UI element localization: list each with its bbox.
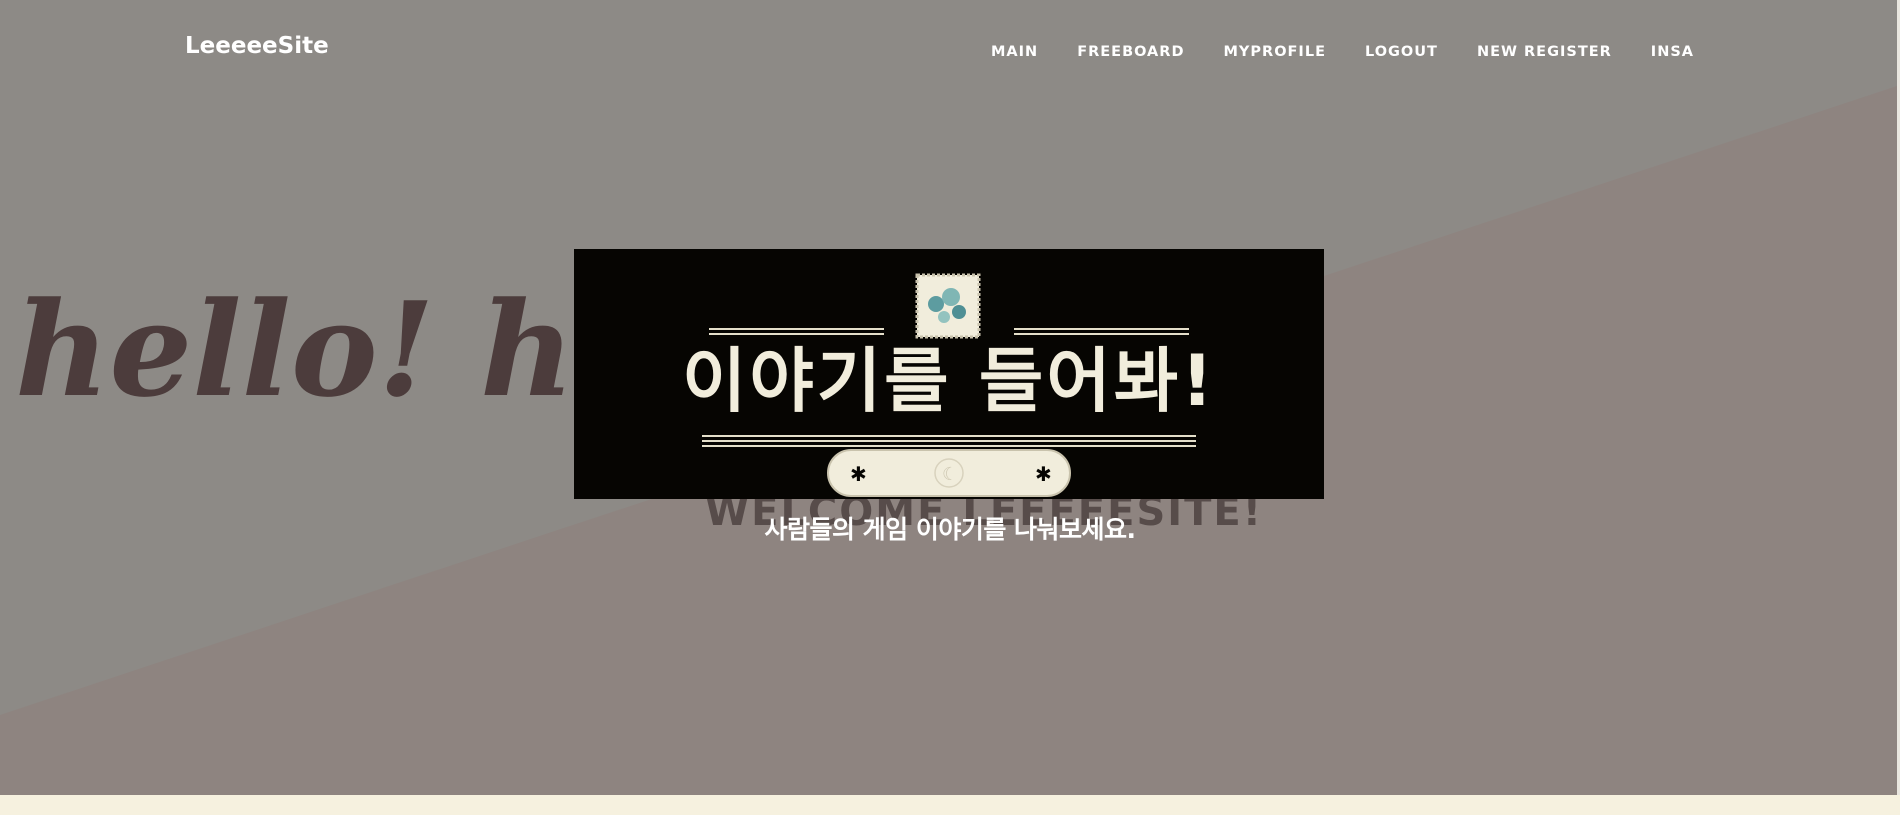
nav-link-new-register[interactable]: NEW REGISTER: [1477, 44, 1612, 60]
nav-item-new-register: NEW REGISTER: [1477, 41, 1612, 60]
page: hello! hello! WELCOME LEEEEESITE! Leeeee…: [0, 0, 1900, 815]
ornament-pill: ✱ ☾ ✱: [827, 449, 1071, 497]
svg-text:☾: ☾: [942, 464, 958, 485]
hero-banner: ✱ ☾ ✱ 이야기를 들어봐!: [574, 249, 1324, 499]
nav-link-main[interactable]: MAIN: [991, 44, 1038, 60]
nav-item-freeboard: FREEBOARD: [1077, 41, 1184, 60]
nav-item-myprofile: MYPROFILE: [1223, 41, 1326, 60]
brand-logo-link[interactable]: LeeeeeSite: [185, 33, 329, 59]
nav-link-logout[interactable]: LOGOUT: [1365, 44, 1438, 60]
nav-link-myprofile[interactable]: MYPROFILE: [1223, 44, 1326, 60]
hero-section: hello! hello! WELCOME LEEEEESITE! Leeeee…: [0, 0, 1900, 795]
nav-item-insa: INSA: [1651, 41, 1694, 60]
nav-links: MAIN FREEBOARD MYPROFILE LOGOUT NEW REGI…: [952, 41, 1694, 60]
navbar: LeeeeeSite MAIN FREEBOARD MYPROFILE LOGO…: [0, 0, 1900, 100]
hero-subtitle: 사람들의 게임 이야기를 나눠보세요.: [764, 515, 1136, 544]
footer-strip: [0, 795, 1900, 815]
flower-icon: ✱: [850, 462, 867, 486]
flower-icon: ✱: [1035, 462, 1052, 486]
nav-item-main: MAIN: [991, 41, 1038, 60]
nav-item-logout: LOGOUT: [1365, 41, 1438, 60]
nav-link-insa[interactable]: INSA: [1651, 44, 1694, 60]
banner-title: 이야기를 들어봐!: [681, 340, 1217, 422]
nav-link-freeboard[interactable]: FREEBOARD: [1077, 44, 1184, 60]
stamp-icon: [915, 273, 981, 339]
bottom-rules: [702, 435, 1196, 447]
